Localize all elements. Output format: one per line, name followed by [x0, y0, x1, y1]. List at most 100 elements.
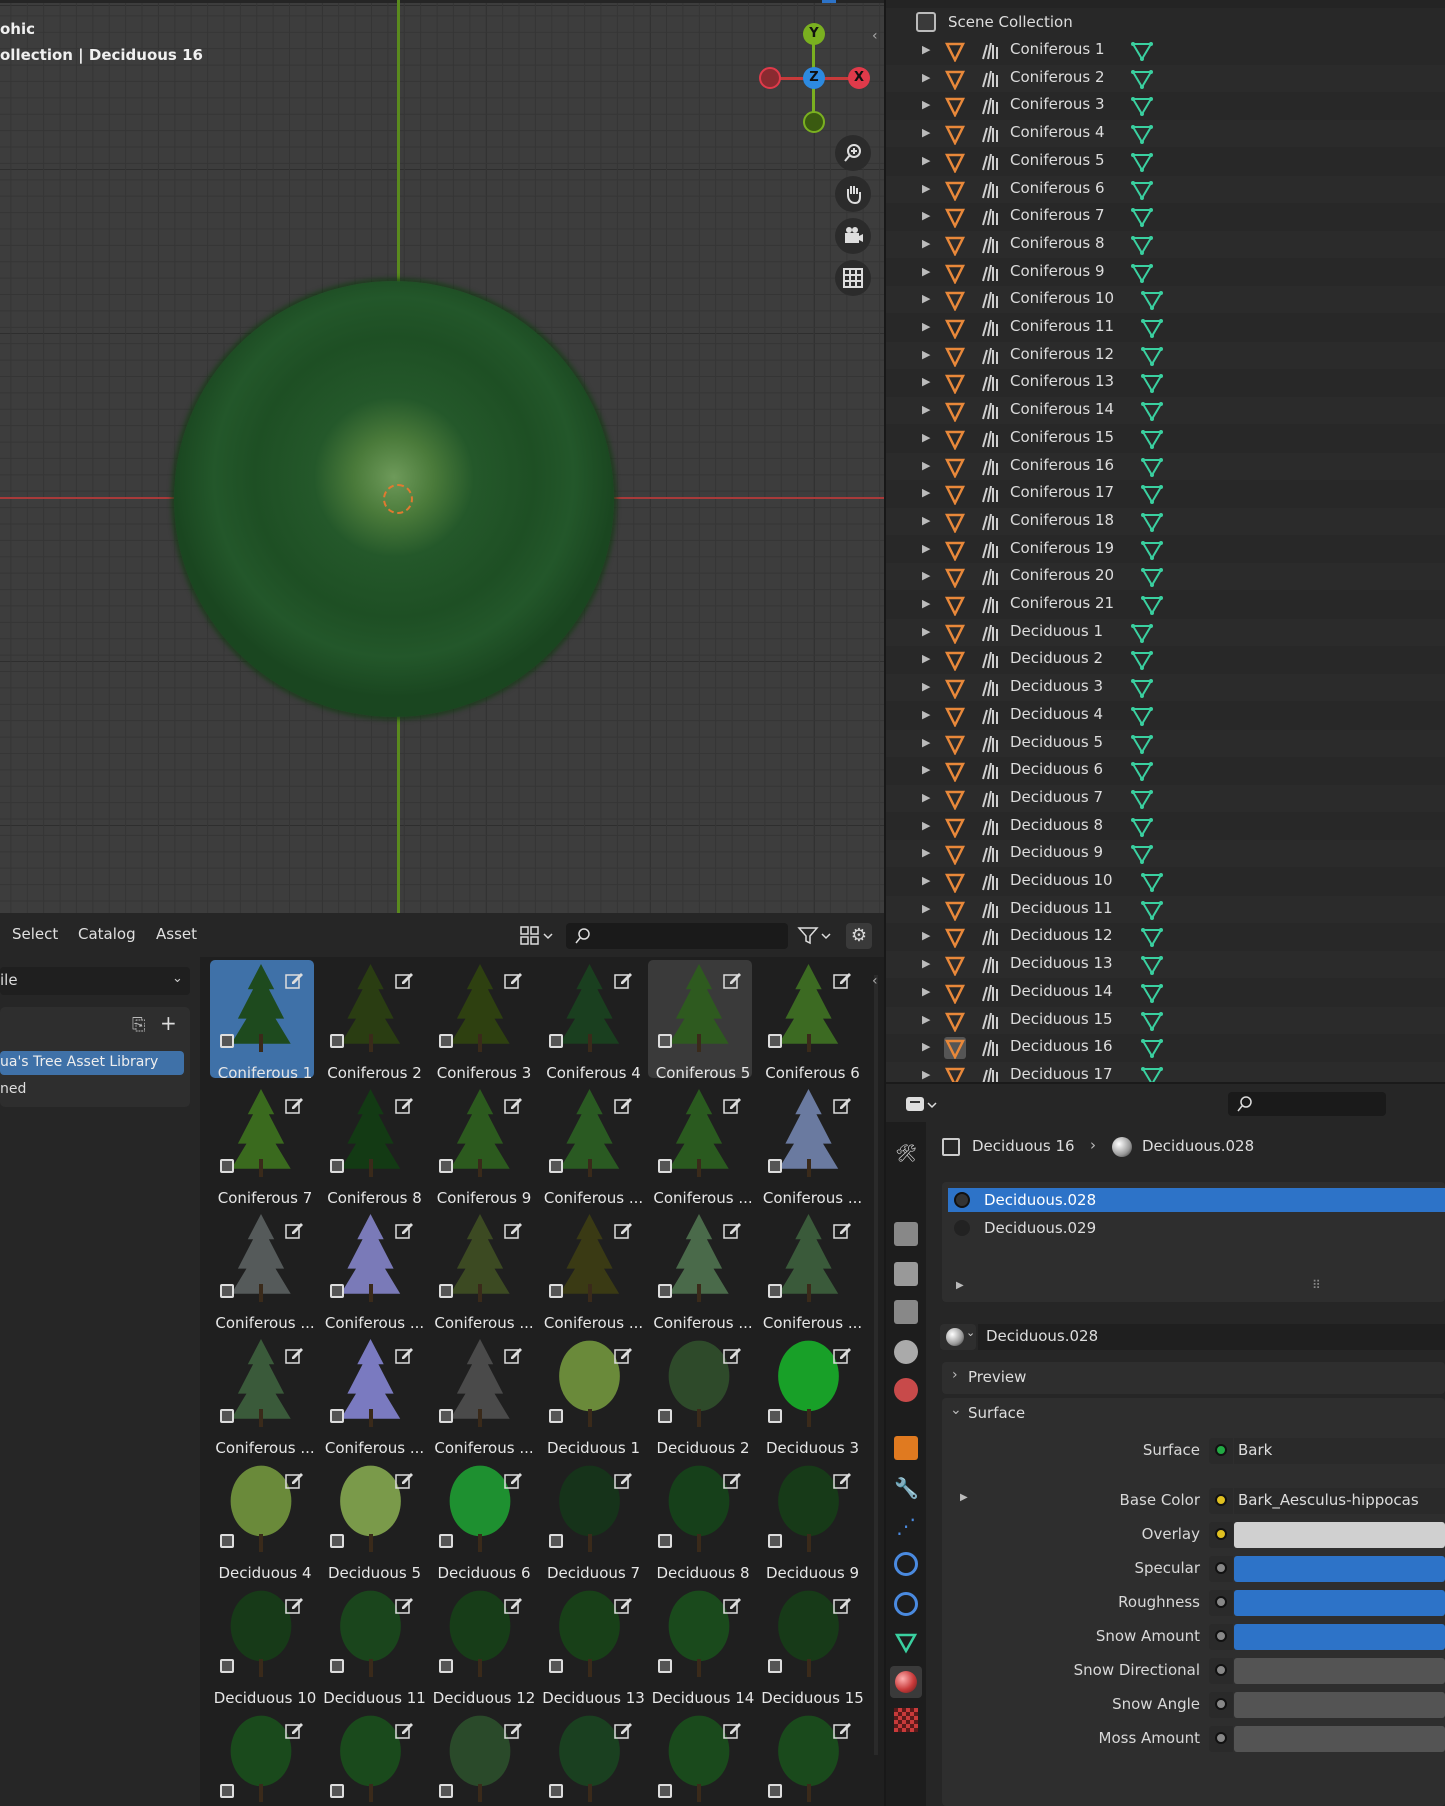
outliner-item[interactable]: ▶ Coniferous 9 — [886, 259, 1445, 286]
socket-button[interactable] — [1209, 1522, 1233, 1548]
particles-tab-icon[interactable]: ⋰ — [894, 1514, 918, 1538]
outliner-item[interactable]: ▶ Coniferous 19 — [886, 536, 1445, 563]
object-visibility[interactable] — [944, 954, 966, 977]
asset-tile[interactable] — [539, 1710, 643, 1806]
asset-tile[interactable]: Deciduous 1 — [539, 1335, 643, 1457]
mesh-data-icon[interactable] — [1141, 567, 1163, 588]
asset-checkbox[interactable] — [220, 1659, 234, 1673]
edit-asset-icon[interactable] — [503, 1095, 523, 1115]
mesh-data-icon[interactable] — [1131, 235, 1153, 255]
asset-checkbox[interactable] — [439, 1159, 453, 1173]
asset-checkbox[interactable] — [658, 1034, 672, 1048]
mesh-data-icon[interactable] — [1141, 512, 1163, 532]
scene-tab-icon[interactable] — [894, 1340, 918, 1364]
edit-asset-icon[interactable] — [722, 1345, 742, 1365]
outliner-item[interactable]: ▶ Deciduous 8 — [886, 813, 1445, 840]
asset-tile[interactable]: Coniferous 6 — [758, 960, 862, 1082]
asset-tile[interactable]: Coniferous ... — [429, 1335, 534, 1457]
particle-system-icon[interactable] — [980, 1038, 1002, 1058]
particle-system-icon[interactable] — [980, 318, 1002, 338]
asset-tile[interactable]: Coniferous ... — [539, 1210, 643, 1332]
property-value-slider[interactable] — [1234, 1692, 1445, 1718]
particle-system-icon[interactable] — [980, 429, 1002, 449]
outliner-item[interactable]: ▶ Deciduous 7 — [886, 784, 1445, 812]
object-visibility[interactable] — [944, 843, 966, 867]
asset-checkbox[interactable] — [767, 1034, 782, 1048]
camera-icon[interactable] — [835, 218, 871, 254]
menu-catalog[interactable]: Catalog — [78, 925, 136, 943]
expand-arrow-icon[interactable]: ▶ — [922, 514, 930, 527]
asset-tile[interactable]: Coniferous 7 — [210, 1085, 314, 1207]
object-visibility[interactable] — [944, 539, 966, 562]
new-catalog-icon[interactable]: ⎘ — [132, 1015, 146, 1035]
asset-checkbox[interactable] — [439, 1284, 453, 1298]
edit-asset-icon[interactable] — [284, 1470, 304, 1490]
sidebar-toggle-icon[interactable]: ‹ — [872, 28, 878, 44]
edit-asset-icon[interactable] — [394, 1345, 414, 1365]
edit-asset-icon[interactable] — [284, 970, 304, 990]
edit-asset-icon[interactable] — [722, 1595, 742, 1615]
edit-asset-icon[interactable] — [722, 1470, 742, 1490]
expand-arrow-icon[interactable]: ▶ — [922, 791, 930, 804]
edit-asset-icon[interactable] — [613, 1470, 633, 1490]
outliner-item[interactable]: ▶ Deciduous 16 — [886, 1034, 1445, 1061]
asset-checkbox[interactable] — [329, 1034, 344, 1048]
mesh-data-icon[interactable] — [1131, 263, 1153, 283]
asset-tile[interactable]: Deciduous 5 — [320, 1460, 424, 1582]
expand-arrow-icon[interactable]: ▶ — [922, 763, 930, 776]
expand-arrow-icon[interactable]: ▶ — [922, 569, 930, 582]
asset-tile[interactable]: Coniferous ... — [758, 1210, 862, 1332]
expand-arrow-icon[interactable]: ▶ — [922, 182, 930, 195]
asset-checkbox[interactable] — [548, 1409, 563, 1423]
outliner-item[interactable]: ▶ Coniferous 8 — [886, 230, 1445, 258]
edit-asset-icon[interactable] — [832, 1595, 852, 1615]
view-layer-tab-icon[interactable] — [894, 1300, 918, 1324]
expand-arrow-icon[interactable]: ▶ — [922, 154, 930, 167]
expand-arrow-icon[interactable]: ▶ — [922, 348, 930, 361]
particle-system-icon[interactable] — [980, 734, 1002, 754]
outliner-item[interactable]: ▶ Deciduous 14 — [886, 979, 1445, 1006]
asset-tile[interactable]: Deciduous 3 — [758, 1335, 862, 1457]
editor-type-icon[interactable] — [904, 1092, 940, 1118]
asset-tile[interactable]: Coniferous ... — [758, 1085, 862, 1207]
asset-tile[interactable]: Coniferous ... — [648, 1210, 753, 1332]
particle-system-icon[interactable] — [980, 595, 1002, 615]
edit-asset-icon[interactable] — [613, 970, 633, 990]
outliner-item[interactable]: ▶ Coniferous 11 — [886, 314, 1445, 341]
expand-arrow-icon[interactable]: ▶ — [922, 625, 930, 638]
outliner-item[interactable]: ▶ Coniferous 2 — [886, 64, 1445, 92]
expand-arrow-icon[interactable]: ▶ — [922, 542, 930, 555]
object-visibility[interactable] — [944, 400, 966, 423]
expand-arrow-icon[interactable]: ▶ — [922, 1013, 930, 1026]
asset-tile[interactable]: Coniferous ... — [210, 1210, 315, 1332]
material-slot-2[interactable]: Deciduous.029 — [948, 1216, 1445, 1240]
particle-system-icon[interactable] — [980, 346, 1002, 366]
expand-arrow-icon[interactable]: ▶ — [922, 597, 930, 610]
socket-button[interactable] — [1209, 1658, 1233, 1684]
asset-checkbox[interactable] — [548, 1284, 563, 1298]
object-visibility[interactable] — [944, 511, 966, 534]
mesh-data-icon[interactable] — [1141, 1038, 1163, 1059]
outliner-item[interactable]: ▶ Coniferous 5 — [886, 148, 1445, 175]
asset-tile[interactable]: Deciduous 13 — [539, 1585, 645, 1707]
asset-tile[interactable]: Deciduous 10 — [210, 1585, 316, 1707]
asset-tile[interactable]: Coniferous ... — [429, 1210, 534, 1332]
socket-button[interactable] — [1209, 1726, 1233, 1752]
edit-asset-icon[interactable] — [613, 1720, 633, 1740]
expand-arrow-icon[interactable]: ▶ — [922, 708, 930, 721]
asset-checkbox[interactable] — [767, 1284, 782, 1298]
edit-asset-icon[interactable] — [394, 1720, 414, 1740]
hand-icon[interactable] — [835, 176, 871, 212]
outliner-item[interactable]: ▶ Coniferous 3 — [886, 92, 1445, 119]
outliner-item[interactable]: ▶ Coniferous 7 — [886, 203, 1445, 230]
particle-system-icon[interactable] — [980, 650, 1002, 670]
mesh-data-icon[interactable] — [1131, 761, 1153, 782]
asset-checkbox[interactable] — [439, 1409, 453, 1423]
asset-checkbox[interactable] — [658, 1284, 672, 1298]
3d-viewport[interactable]: ohic ollection | Deciduous 16 Y X Z ‹ — [0, 0, 884, 913]
object-visibility[interactable] — [944, 733, 966, 756]
expand-arrow-icon[interactable]: ▶ — [922, 1040, 930, 1053]
expand-arrow-icon[interactable]: ▶ — [922, 265, 930, 278]
outliner-item[interactable]: ▶ Deciduous 13 — [886, 951, 1445, 979]
particle-system-icon[interactable] — [980, 983, 1002, 1003]
